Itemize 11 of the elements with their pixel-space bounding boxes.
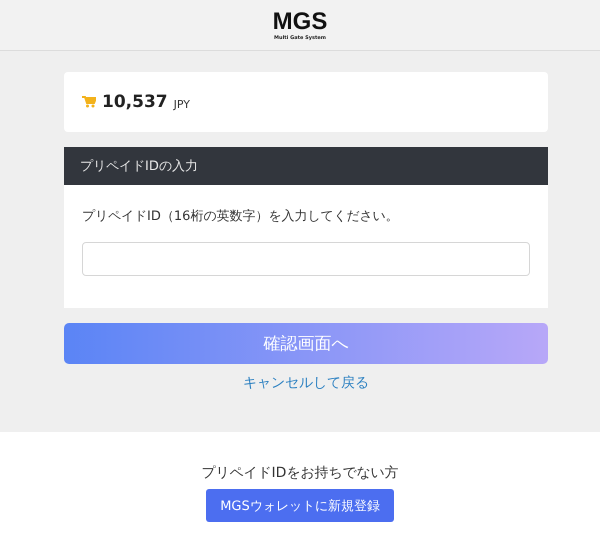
cancel-link[interactable]: キャンセルして戻る	[243, 375, 369, 391]
cart-icon	[82, 96, 96, 108]
instruction-text: プリペイドID（16桁の英数字）を入力してください。	[82, 208, 400, 225]
prepaid-id-field[interactable]	[82, 242, 530, 276]
register-button[interactable]: MGSウォレットに新規登録	[206, 489, 394, 522]
currency-label: JPY	[174, 98, 190, 110]
confirm-button[interactable]: 確認画面へ	[64, 323, 548, 364]
form-title: プリペイドIDの入力	[64, 147, 548, 185]
footer-text: プリペイドIDをお持ちでない方	[202, 464, 398, 482]
logo: MGS	[272, 10, 328, 34]
balance-amount: 10,537	[102, 92, 168, 112]
